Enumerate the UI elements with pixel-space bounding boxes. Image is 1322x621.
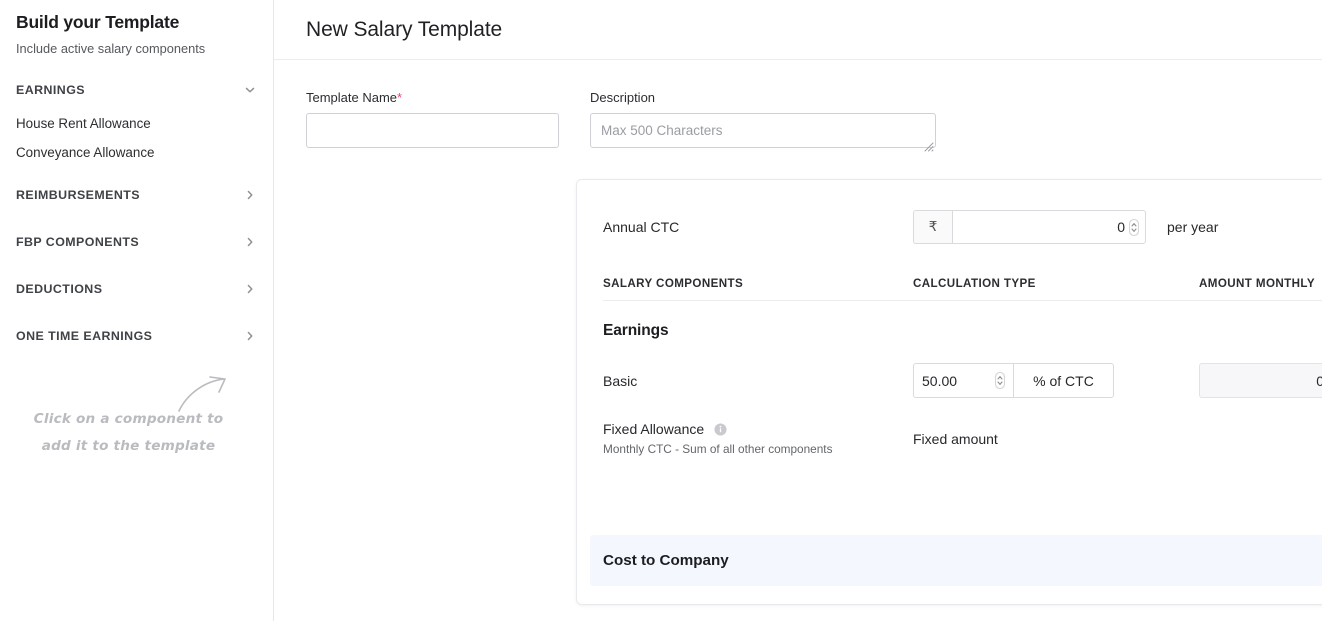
main-content: New Salary Template Template Name* Descr… xyxy=(274,0,1322,621)
hint-line-1: Click on a component to xyxy=(0,406,257,433)
empty-state-hint: Click on a component to add it to the te… xyxy=(0,372,257,460)
template-name-input[interactable] xyxy=(306,113,559,148)
sidebar-group-label: FBP COMPONENTS xyxy=(16,235,139,249)
sidebar-item-house-rent-allowance[interactable]: House Rent Allowance xyxy=(16,104,257,133)
calculation-type-cell: 50.00 % of CTC xyxy=(913,363,1199,398)
description-label: Description xyxy=(590,90,936,105)
column-header-calculation-type: CALCULATION TYPE xyxy=(913,277,1199,290)
rupee-icon: ₹ xyxy=(913,210,952,244)
calculation-type-text: Fixed amount xyxy=(913,431,998,447)
per-year-label: per year xyxy=(1167,219,1218,235)
hint-line-2: add it to the template xyxy=(0,433,257,460)
sidebar-item-conveyance-allowance[interactable]: Conveyance Allowance xyxy=(16,133,257,162)
sidebar-group-fbp-components[interactable]: FBP COMPONENTS xyxy=(16,228,257,256)
cost-to-company-label: Cost to Company xyxy=(603,552,913,569)
amount-monthly-value: 0 xyxy=(1199,431,1322,447)
number-spinner-icon[interactable] xyxy=(995,372,1005,389)
table-row: Fixed Allowance Monthly CTC - Sum of all… xyxy=(577,421,1322,457)
page-title: New Salary Template xyxy=(306,18,502,42)
number-spinner-icon[interactable] xyxy=(1129,219,1139,236)
component-name: Fixed Allowance xyxy=(603,421,704,437)
percent-input-group[interactable]: 50.00 % of CTC xyxy=(913,363,1114,398)
template-name-label: Template Name* xyxy=(306,90,559,105)
sidebar-group-reimbursements[interactable]: REIMBURSEMENTS xyxy=(16,181,257,209)
sidebar-title: Build your Template xyxy=(16,11,257,33)
sidebar-group-label: ONE TIME EARNINGS xyxy=(16,329,152,343)
annual-ctc-input[interactable]: 0 xyxy=(952,210,1146,244)
percent-value-input[interactable]: 50.00 xyxy=(913,363,1013,398)
description-textarea[interactable] xyxy=(590,113,936,148)
column-header-salary-components: SALARY COMPONENTS xyxy=(603,277,913,290)
cost-to-company-monthly: ₹ 0 xyxy=(1199,552,1322,570)
chevron-right-icon[interactable] xyxy=(243,282,257,296)
amount-monthly-value: 0 xyxy=(1316,373,1322,389)
table-row: Basic 50.00 % of CTC xyxy=(577,363,1322,398)
sidebar: Build your Template Include active salar… xyxy=(0,0,274,621)
info-icon[interactable] xyxy=(714,423,727,436)
salary-structure-card: Annual CTC ₹ 0 per year xyxy=(576,179,1322,605)
sidebar-subtitle: Include active salary components xyxy=(16,40,257,57)
amount-monthly-cell: 0 xyxy=(1199,363,1322,398)
annual-ctc-row: Annual CTC ₹ 0 per year xyxy=(577,180,1322,244)
template-name-field-group: Template Name* xyxy=(306,90,559,153)
salary-template-page: Build your Template Include active salar… xyxy=(0,0,1322,621)
chevron-down-icon[interactable] xyxy=(243,83,257,97)
page-header: New Salary Template xyxy=(274,0,1322,60)
annual-ctc-value: 0 xyxy=(1117,219,1125,235)
sidebar-group-one-time-earnings[interactable]: ONE TIME EARNINGS xyxy=(16,322,257,350)
required-asterisk: * xyxy=(397,90,402,105)
annual-ctc-input-group[interactable]: ₹ 0 xyxy=(913,210,1146,244)
calculation-unit-select[interactable]: % of CTC xyxy=(1013,363,1114,398)
amount-monthly-input[interactable]: 0 xyxy=(1199,363,1322,398)
column-header-amount-monthly: AMOUNT MONTHLY xyxy=(1199,277,1322,290)
table-header-row: SALARY COMPONENTS CALCULATION TYPE AMOUN… xyxy=(577,277,1322,290)
sidebar-group-label: REIMBURSEMENTS xyxy=(16,188,140,202)
template-meta-form: Template Name* Description xyxy=(274,60,1322,153)
description-field-group: Description xyxy=(590,90,936,153)
component-name: Basic xyxy=(603,373,913,389)
sidebar-group-label: EARNINGS xyxy=(16,83,85,97)
chevron-right-icon[interactable] xyxy=(243,329,257,343)
sidebar-group-deductions[interactable]: DEDUCTIONS xyxy=(16,275,257,303)
sidebar-group-label: DEDUCTIONS xyxy=(16,282,102,296)
component-name-cell: Fixed Allowance Monthly CTC - Sum of all… xyxy=(603,421,913,457)
component-description: Monthly CTC - Sum of all other component… xyxy=(603,442,913,457)
annual-ctc-label: Annual CTC xyxy=(603,219,913,235)
calculation-type-cell: Fixed amount xyxy=(913,431,1199,447)
cost-to-company-row: Cost to Company ₹ 0 ₹ 0 xyxy=(590,535,1322,586)
percent-value: 50.00 xyxy=(922,373,991,389)
curved-arrow-icon xyxy=(177,374,231,414)
chevron-right-icon[interactable] xyxy=(243,235,257,249)
chevron-right-icon[interactable] xyxy=(243,188,257,202)
section-title-earnings: Earnings xyxy=(577,301,1322,340)
sidebar-group-earnings[interactable]: EARNINGS xyxy=(16,76,257,104)
